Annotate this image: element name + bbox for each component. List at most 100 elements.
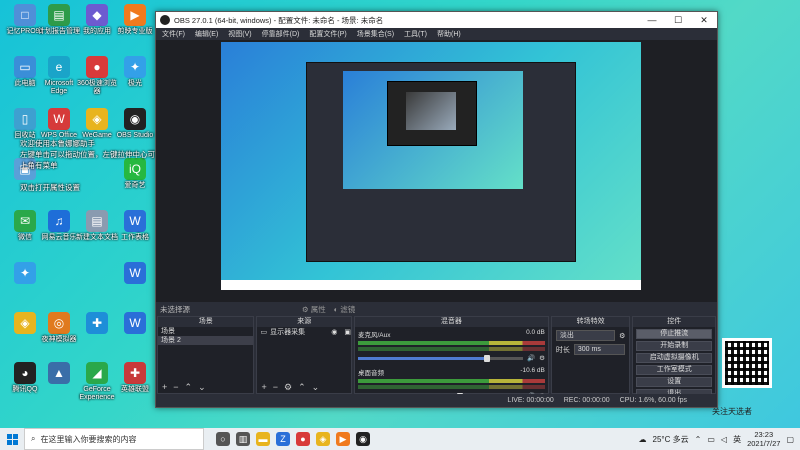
taskbar-apps: ○ ▥ ▬ Z ● ◈ ▶ ◉ — [216, 432, 370, 446]
weather-text[interactable]: 25°C 多云 — [653, 434, 689, 445]
duration-input[interactable]: 300 ms — [573, 344, 626, 355]
word-icon: W — [124, 210, 146, 232]
move-up-icon[interactable]: ⌃ — [298, 382, 306, 393]
desktop-icon[interactable]: ◉ OBS Studio — [112, 108, 158, 140]
obs-logo-icon — [160, 15, 170, 25]
desktop-icon[interactable]: ▶ 剪映专业版 — [112, 4, 158, 36]
scene-item[interactable]: 场景 — [158, 327, 253, 336]
desktop-icon[interactable]: iQ 爱奇艺 — [112, 158, 158, 190]
desktop-icon[interactable]: W — [112, 312, 158, 336]
start-recording-button[interactable]: 开始录制 — [636, 341, 712, 351]
obs-icon: ◉ — [124, 108, 146, 130]
desktop-icon[interactable]: W — [112, 262, 158, 286]
app-icon[interactable]: ◈ — [316, 432, 330, 446]
mixer-header: 混音器 — [354, 317, 548, 327]
settings-button[interactable]: 设置 — [636, 377, 712, 387]
source-item[interactable]: ▭ 显示器采集 ◉ ▣ — [257, 327, 350, 337]
wechat-icon: ✉ — [14, 210, 36, 232]
gear-icon[interactable]: ⚙ — [284, 382, 292, 393]
filters-button[interactable]: 滤镜 — [340, 304, 355, 315]
studio-mode-button[interactable]: 工作室模式 — [636, 365, 712, 375]
volume-icon[interactable]: ◁ — [721, 435, 727, 444]
obs-icon[interactable]: ◉ — [356, 432, 370, 446]
gear-icon[interactable]: ⚙ — [539, 354, 545, 362]
menu-profile[interactable]: 配置文件(P) — [309, 29, 346, 39]
music-icon: ♫ — [48, 210, 70, 232]
menu-view[interactable]: 视图(V) — [228, 29, 251, 39]
taskbar: ⌕ 在这里输入你要搜索的内容 ○ ▥ ▬ Z ● ◈ ▶ ◉ ☁ 25°C 多云… — [0, 428, 800, 450]
gear-icon[interactable]: ⚙ — [302, 305, 309, 314]
volume-slider[interactable] — [357, 354, 523, 362]
menu-tools[interactable]: 工具(T) — [404, 29, 427, 39]
lock-icon[interactable]: ▣ — [344, 328, 351, 336]
transition-select[interactable]: 淡出 — [555, 330, 616, 341]
app-icon: □ — [14, 4, 36, 26]
preview-area[interactable] — [156, 40, 717, 302]
nested-preview — [343, 71, 523, 189]
chevron-up-icon[interactable]: ⌃ — [695, 435, 702, 444]
nested-obs-window — [306, 62, 576, 262]
add-icon[interactable]: + — [162, 382, 167, 392]
menu-file[interactable]: 文件(F) — [162, 29, 185, 39]
menu-scene-collection[interactable]: 场景集合(S) — [357, 29, 394, 39]
browser-icon: ● — [86, 56, 108, 78]
scenes-dock: 场景 场景 场景 2 + − ⌃ ⌄ — [157, 316, 255, 394]
maximize-icon[interactable]: ☐ — [665, 15, 691, 26]
qr-label: 关注天选者 — [712, 407, 752, 416]
app-icon: ✦ — [124, 56, 146, 78]
minimize-icon[interactable]: — — [639, 15, 665, 25]
gear-icon[interactable]: ⚙ — [619, 332, 625, 340]
desktop-icon[interactable]: ✚ 英雄联盟 — [112, 362, 158, 394]
menu-docks[interactable]: 停靠部件(D) — [262, 29, 300, 39]
scene-item[interactable]: 场景 2 — [158, 336, 254, 345]
search-icon: ⌕ — [31, 434, 36, 443]
desktop-icon[interactable]: ✦ — [2, 262, 48, 286]
title-bar[interactable]: OBS 27.0.1 (64-bit, windows) - 配置文件: 未命名… — [156, 12, 717, 28]
remove-icon[interactable]: − — [273, 382, 278, 392]
obs-window: OBS 27.0.1 (64-bit, windows) - 配置文件: 未命名… — [155, 11, 718, 408]
mixer-channel: 麦克风/Aux 0.0 dB 🔊 ⚙ — [355, 327, 548, 362]
remove-icon[interactable]: − — [173, 382, 178, 392]
nested-taskbar — [221, 280, 641, 290]
sources-footer: + − ⚙ ⌃ ⌄ — [257, 381, 350, 393]
start-virtual-camera-button[interactable]: 启动虚拟摄像机 — [636, 353, 712, 363]
menu-help[interactable]: 帮助(H) — [437, 29, 461, 39]
desktop-icon[interactable]: ✦ 极光 — [112, 56, 158, 88]
network-icon[interactable]: ▭ — [707, 435, 715, 444]
app-icon: ✚ — [86, 312, 108, 334]
app-icon: ◎ — [48, 312, 70, 334]
widget-text: 欢迎使用本鲁娜娜助手 — [20, 139, 95, 148]
stop-streaming-button[interactable]: 停止推流 — [636, 329, 712, 339]
move-up-icon[interactable]: ⌃ — [185, 382, 193, 393]
visibility-eye-icon[interactable]: ◉ — [331, 328, 337, 336]
filter-icon[interactable]: ◐ — [334, 305, 339, 314]
wps-icon: W — [48, 108, 70, 130]
channel-db: 0.0 dB — [526, 329, 545, 336]
notification-icon[interactable]: ▢ — [786, 435, 794, 444]
duration-label: 时长 — [555, 346, 570, 354]
browser-icon[interactable]: ● — [296, 432, 310, 446]
move-down-icon[interactable]: ⌄ — [198, 382, 206, 393]
add-icon[interactable]: + — [261, 382, 266, 392]
close-icon[interactable]: ✕ — [691, 15, 717, 26]
move-down-icon[interactable]: ⌄ — [312, 382, 320, 393]
desktop-icon[interactable]: W 工作表格 — [112, 210, 158, 242]
task-view-icon[interactable]: ▥ — [236, 432, 250, 446]
taskbar-search[interactable]: ⌕ 在这里输入你要搜索的内容 — [24, 428, 204, 450]
controls-dock: 控件 停止推流 开始录制 启动虚拟摄像机 工作室模式 设置 退出 — [632, 316, 716, 399]
speaker-icon[interactable]: 🔊 — [527, 354, 535, 362]
channel-name: 桌面音频 — [357, 370, 384, 377]
scenes-footer: + − ⌃ ⌄ — [158, 381, 253, 393]
preview-canvas[interactable] — [221, 42, 641, 290]
app-icon[interactable]: ▶ — [336, 432, 350, 446]
clock[interactable]: 23:23 2021/7/27 — [747, 430, 780, 448]
file-explorer-icon[interactable]: ▬ — [256, 432, 270, 446]
wegame-icon: ◈ — [86, 108, 108, 130]
language-indicator[interactable]: 英 — [733, 434, 741, 445]
menu-edit[interactable]: 编辑(E) — [195, 29, 218, 39]
app-icon[interactable]: Z — [276, 432, 290, 446]
sources-dock: 来源 ▭ 显示器采集 ◉ ▣ + − ⚙ ⌃ ⌄ — [256, 316, 352, 394]
properties-button[interactable]: 属性 — [311, 304, 326, 315]
cortana-icon[interactable]: ○ — [216, 432, 230, 446]
windows-start-icon[interactable] — [0, 428, 24, 450]
